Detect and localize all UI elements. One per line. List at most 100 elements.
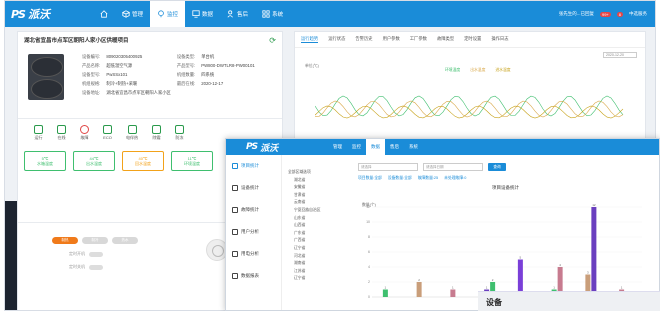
temp-card-tank-label: 水箱温度 [37, 160, 53, 166]
device-info-cell: 设备型号: [82, 72, 101, 77]
timer-on-label: 定时开机 [69, 251, 85, 256]
device-info-cell: 四系统 [201, 72, 215, 77]
summary-item: 项目数量:全部 [358, 176, 382, 180]
region-tree-item[interactable]: 江苏省 [288, 268, 352, 276]
trend-tab[interactable]: 定时设置 [464, 36, 481, 43]
region-tree-item[interactable]: 辽宁省 [288, 245, 352, 253]
trend-tab[interactable]: 故障类型 [437, 36, 454, 43]
cube-icon [122, 10, 130, 18]
trend-tab[interactable]: 工厂参数 [410, 36, 427, 43]
status-icon-label: 电伴热 [126, 135, 138, 140]
mode-cool-button[interactable]: 制冷 [82, 237, 108, 244]
region-tree-item[interactable]: 河北省 [288, 253, 352, 261]
date-select[interactable]: 请选择日期 [423, 163, 483, 171]
trend-tab[interactable]: 用户参数 [383, 36, 400, 43]
query-button[interactable]: 查询 [488, 163, 506, 171]
sidebar-item-icon [232, 163, 238, 169]
front-nav-monitor[interactable]: 监控 [347, 139, 366, 155]
sidebar-item[interactable]: 项目统计 [226, 155, 281, 177]
device-image [28, 54, 64, 100]
front-nav-data[interactable]: 数据 [366, 139, 385, 155]
top-right-area: 张先生的...已回复 99+ 8 中选服务 [559, 11, 655, 17]
stats-main: 请选择 请选择日期 查询 项目数量:全部 设备数量:全部 故障数量:25 未处理故障:… [358, 163, 653, 310]
region-tree-item[interactable]: 湖北省 [288, 177, 352, 185]
status-icon [80, 125, 89, 134]
region-tree-label: 山东省 [294, 215, 306, 220]
device-info-cell [177, 90, 195, 96]
notification-badge[interactable]: 99+ [599, 11, 611, 17]
region-tree-item[interactable]: 安徽省 [288, 184, 352, 192]
region-tree-item[interactable]: 宁夏回族自治区 [288, 207, 352, 215]
sidebar-item-icon [232, 207, 238, 213]
nav-data[interactable]: 数据 [185, 1, 220, 27]
sidebar-item[interactable]: 设备统计 [226, 177, 281, 199]
refresh-icon[interactable]: ⟳ [269, 36, 276, 45]
trend-tab[interactable]: 操作日志 [491, 36, 508, 43]
sidebar-item-label: 用户分析 [241, 229, 259, 234]
region-tree-item[interactable]: 云南省 [288, 199, 352, 207]
brand-name: 派沃 [27, 9, 50, 21]
nav-home[interactable] [93, 1, 115, 27]
timer-off-toggle[interactable] [89, 264, 103, 270]
bar-value-label: 1 [385, 286, 387, 290]
front-nav-system[interactable]: 系统 [404, 139, 423, 155]
timer-on-toggle[interactable] [89, 251, 103, 257]
nav-manage[interactable]: 管理 [115, 1, 150, 27]
main-nav: 管理 监控 数据 售后 系统 [93, 1, 290, 27]
front-nav-monitor-label: 监控 [352, 144, 361, 149]
temp-card-ambient-label: 环境温度 [184, 160, 200, 166]
nav-system[interactable]: 系统 [255, 1, 290, 27]
message-badge[interactable]: 8 [616, 11, 623, 17]
region-tree-item[interactable]: 湖南省 [288, 260, 352, 268]
device-info-cell: 设备编号: [82, 54, 101, 59]
region-tree-item[interactable]: 山西省 [288, 222, 352, 230]
nav-service[interactable]: 售后 [220, 1, 255, 27]
status-icon-label: 在线 [57, 135, 66, 140]
device-info-cell: 设备类型: [176, 54, 196, 59]
trend-panel: 运行趋势 运行状态 告警历史 用户参数 工厂参数 故障类型 定时设置 操作日志 2020-12… [294, 31, 646, 151]
legend-outlet: 出水温度 [470, 68, 486, 72]
trend-tab[interactable]: 运行状态 [328, 36, 345, 43]
trend-tab[interactable]: 运行趋势 [301, 36, 319, 43]
sidebar-item[interactable]: 数据报表 [226, 265, 281, 287]
temp-card-outlet-label: 出水温度 [86, 160, 102, 166]
status-icon-item: 在线 [57, 125, 66, 141]
stats-sidebar: 项目统计 设备统计 故障统计用户分析用电分析 数据报表 [226, 155, 282, 310]
front-nav-manage[interactable]: 管理 [328, 139, 347, 155]
status-icon-label: 运行 [34, 135, 43, 140]
device-info-cell: 超低温空气源 [106, 63, 133, 68]
nav-monitor[interactable]: 监控 [150, 1, 186, 27]
region-tree-label: 广东省 [294, 230, 306, 235]
front-nav-manage-label: 管理 [333, 144, 342, 149]
trend-tab[interactable]: 告警历史 [355, 36, 372, 43]
temp-card-tank: 5℃ 水箱温度 [24, 151, 66, 171]
region-tree-label: 山西省 [294, 223, 306, 228]
region-tree-item[interactable]: 广西省 [288, 237, 352, 245]
project-select[interactable]: 请选择 [358, 163, 418, 171]
region-tree-item[interactable]: 辽宁省 [288, 275, 352, 283]
bar-value-label: 3 [587, 271, 589, 275]
front-brand-logo[interactable]: PS 派沃 [246, 141, 328, 154]
sidebar-item[interactable]: 用户分析 [226, 221, 281, 243]
brand-logo[interactable]: PS 派沃 [11, 6, 93, 22]
top-navigation-bar: PS 派沃 管理 监控 数据 售后 系统 张先生的...已回复 99+ 8 中选… [5, 1, 655, 27]
region-tree-item[interactable]: 甘肃省 [288, 192, 352, 200]
front-nav-service-label: 售后 [390, 144, 399, 149]
user-message[interactable]: 张先生的...已回复 [559, 11, 594, 17]
mode-heat-button[interactable]: 制热 [52, 237, 78, 244]
front-nav-service[interactable]: 售后 [385, 139, 404, 155]
device-info-cell: 湖北省宜昌市点军区朝阳人家小区 [106, 90, 171, 95]
mode-water-button[interactable]: 热水 [112, 237, 138, 244]
sidebar-item[interactable]: 故障统计 [226, 199, 281, 221]
user-name[interactable]: 中选服务 [629, 11, 647, 17]
device-info-cell: 单台机 [201, 54, 215, 59]
front-brand-mark: PS [246, 142, 258, 152]
region-tree-item[interactable]: 全部区域选项 [288, 169, 352, 177]
sidebar-item[interactable]: 用电分析 [226, 243, 281, 265]
grid-icon [262, 10, 270, 18]
region-tree-item[interactable]: 广东省 [288, 230, 352, 238]
device-info-cell: PW800-DWTLR8-PW00101 [201, 63, 255, 68]
date-picker[interactable]: 2020-12-20 [603, 52, 637, 58]
status-icon-label: 防冻 [175, 135, 184, 140]
region-tree-item[interactable]: 山东省 [288, 215, 352, 223]
